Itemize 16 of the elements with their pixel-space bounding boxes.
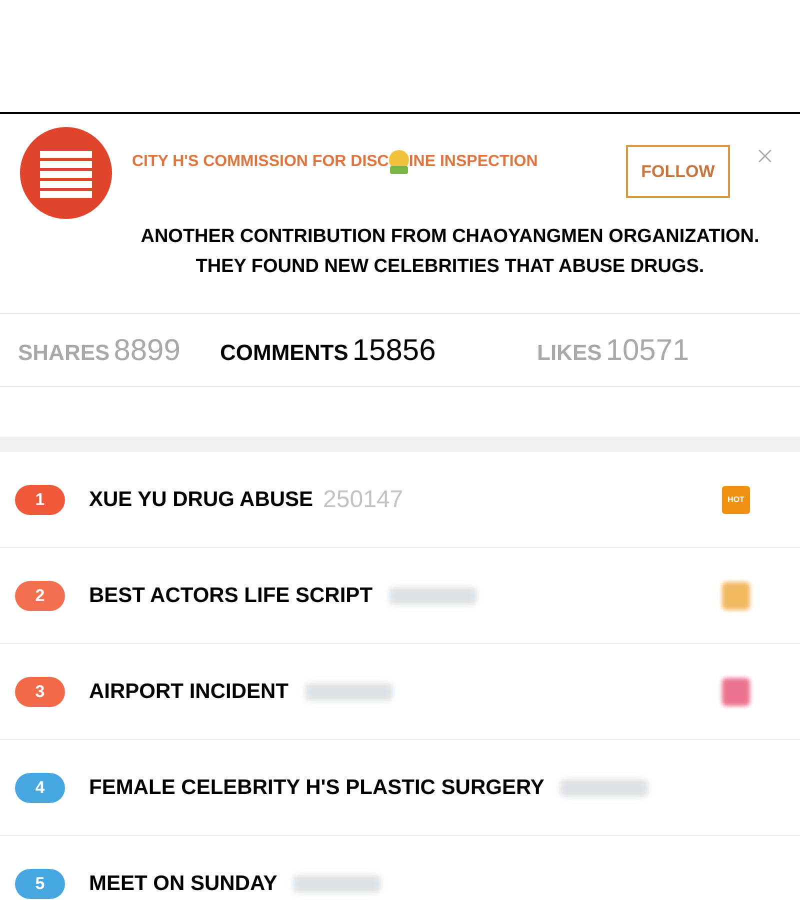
topic-title[interactable]: AIRPORT INCIDENT [89,676,288,708]
hot-tag: HOT [722,486,750,514]
topic-title[interactable]: XUE YU DRUG ABUSE [89,484,314,516]
post-text: ANOTHER CONTRIBUTION FROM CHAOYANGMEN ORGANIZATION. THEY FOUND NEW CELEBRITIES THAT ABUSE DRUGS. [140,225,760,279]
topic-title[interactable]: MEET ON SUNDAY [89,868,278,900]
stripes-logo-icon [20,127,112,219]
rank-badge: 3 [15,676,65,706]
rank-badge: 2 [15,580,65,610]
sticker-icon [388,150,410,174]
topic-title[interactable]: FEMALE CELEBRITY H'S PLASTIC SURGERY [89,772,544,804]
rank-badge: 4 [15,772,65,802]
rank-badge: 1 [15,484,65,514]
stat-tab[interactable]: COMMENTS 15856 [220,328,436,372]
topic-title[interactable]: BEST ACTORS LIFE SCRIPT [89,580,373,612]
rank-badge: 5 [15,868,65,898]
topic-count: 250147 [323,484,404,514]
